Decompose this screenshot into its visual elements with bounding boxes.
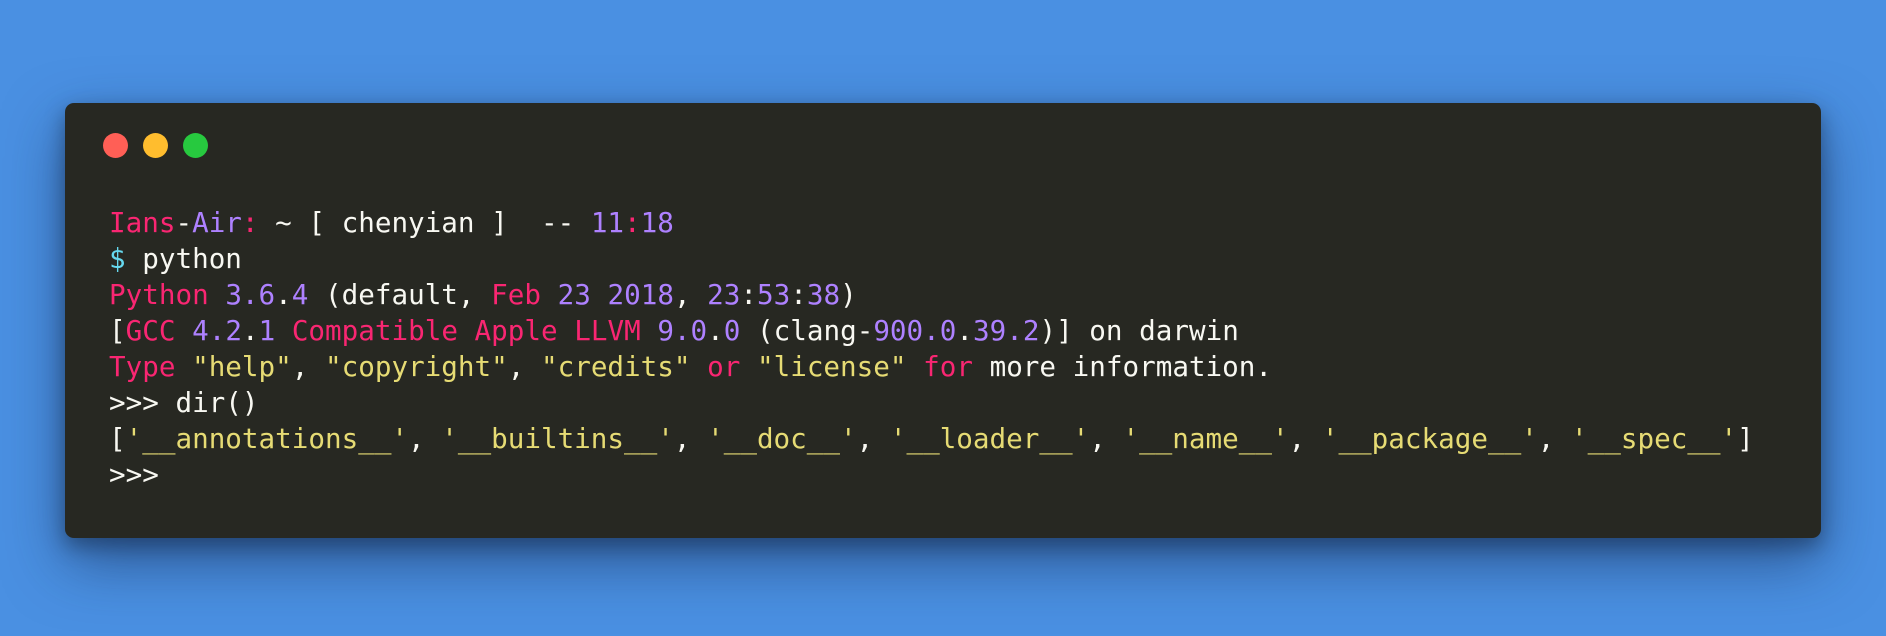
terminal-text-segment: >>> bbox=[109, 458, 159, 491]
terminal-text-segment: , bbox=[1288, 422, 1322, 455]
terminal-text-segment: Air bbox=[192, 206, 242, 239]
terminal-text-segment: , bbox=[507, 350, 541, 383]
terminal-text-segment: (clang- bbox=[740, 314, 874, 347]
terminal-text-segment: ~ [ chenyian ] -- bbox=[258, 206, 591, 239]
terminal-text-segment: [ bbox=[109, 314, 126, 347]
terminal-text-segment: - bbox=[175, 206, 193, 239]
terminal-text-segment: 1 bbox=[258, 314, 276, 347]
terminal-text-segment: 9.0 bbox=[657, 314, 708, 347]
terminal-text-segment: , bbox=[1537, 422, 1572, 455]
terminal-text-segment: 4.2 bbox=[192, 314, 242, 347]
terminal-text-segment: ) bbox=[840, 278, 857, 311]
terminal-text-segment: "copyright" bbox=[325, 350, 508, 383]
window-controls bbox=[103, 133, 208, 158]
terminal-text-segment: : bbox=[740, 278, 758, 311]
maximize-button[interactable] bbox=[183, 133, 208, 158]
terminal-text-segment: Compatible Apple LLVM bbox=[291, 314, 641, 347]
terminal-text-segment: 18 bbox=[640, 206, 674, 239]
terminal-text-segment: , bbox=[673, 278, 708, 311]
terminal-text-segment: "credits" bbox=[540, 350, 691, 383]
terminal-text-segment: '__builtins__' bbox=[441, 422, 674, 455]
terminal-text-segment: '__package__' bbox=[1321, 422, 1538, 455]
terminal-line: Python 3.6.4 (default, Feb 23 2018, 23:5… bbox=[109, 277, 1801, 313]
terminal-text-segment: "license" bbox=[756, 350, 907, 383]
terminal-text-segment: '__annotations__' bbox=[125, 422, 409, 455]
terminal-text-segment: '__spec__' bbox=[1571, 422, 1738, 455]
terminal-text-segment: : bbox=[624, 206, 641, 239]
terminal-text-segment: 53 bbox=[757, 278, 791, 311]
terminal-text-segment: : bbox=[241, 206, 259, 239]
terminal-text-segment: 4 bbox=[291, 278, 309, 311]
terminal-text-segment: for bbox=[923, 350, 973, 383]
terminal-text-segment: , bbox=[856, 422, 890, 455]
terminal-text-segment: 38 bbox=[806, 278, 841, 311]
terminal-text-segment: '__doc__' bbox=[707, 422, 857, 455]
terminal-text-segment: 11 bbox=[590, 206, 625, 239]
terminal-text-segment: [ bbox=[109, 422, 126, 455]
terminal-text-segment: more information. bbox=[972, 350, 1272, 383]
terminal-text-segment: . bbox=[707, 314, 724, 347]
terminal-text-segment: , bbox=[291, 350, 325, 383]
terminal-text-segment: ] bbox=[1737, 422, 1754, 455]
terminal-line: [GCC 4.2.1 Compatible Apple LLVM 9.0.0 (… bbox=[109, 313, 1801, 349]
terminal-text-segment: 23 bbox=[557, 278, 591, 311]
terminal-text-segment: : bbox=[790, 278, 807, 311]
terminal-text-segment: . bbox=[275, 278, 292, 311]
terminal-text-segment: , bbox=[673, 422, 708, 455]
terminal-text-segment: '__loader__' bbox=[889, 422, 1090, 455]
terminal-text-segment: (default, bbox=[308, 278, 492, 311]
terminal-text-segment: >>> dir() bbox=[109, 386, 259, 419]
terminal-line: ['__annotations__', '__builtins__', '__d… bbox=[109, 421, 1801, 457]
terminal-line: >>> bbox=[109, 457, 1801, 493]
terminal-line: >>> dir() bbox=[109, 385, 1801, 421]
terminal-text-segment: 2018 bbox=[607, 278, 674, 311]
terminal-text-segment: Type bbox=[109, 350, 176, 383]
terminal-text-segment: "help" bbox=[192, 350, 292, 383]
terminal-text-segment: . bbox=[956, 314, 974, 347]
terminal-text-segment: 39.2 bbox=[973, 314, 1040, 347]
terminal-text-segment: python bbox=[125, 242, 242, 275]
terminal-text-segment: Ians bbox=[109, 206, 176, 239]
terminal-window: Ians-Air: ~ [ chenyian ] -- 11:18 $ pytho… bbox=[65, 103, 1821, 538]
terminal-line: Type "help", "copyright", "credits" or "… bbox=[109, 349, 1801, 385]
terminal-text-segment: )] on darwin bbox=[1039, 314, 1239, 347]
terminal-text-segment: Python bbox=[109, 278, 209, 311]
terminal-line: $ python bbox=[109, 241, 1801, 277]
terminal-text-segment: , bbox=[408, 422, 442, 455]
terminal-text-segment: 900.0 bbox=[873, 314, 957, 347]
terminal-text-segment: . bbox=[241, 314, 259, 347]
terminal-text-segment: GCC bbox=[125, 314, 176, 347]
terminal-output[interactable]: Ians-Air: ~ [ chenyian ] -- 11:18 $ pytho… bbox=[109, 205, 1801, 493]
terminal-text-segment: 23 bbox=[707, 278, 741, 311]
terminal-text-segment: Feb bbox=[491, 278, 541, 311]
terminal-text-segment: $ bbox=[109, 242, 126, 275]
terminal-text-segment: 0 bbox=[723, 314, 741, 347]
terminal-line: Ians-Air: ~ [ chenyian ] -- 11:18 bbox=[109, 205, 1801, 241]
terminal-text-segment: or bbox=[707, 350, 741, 383]
terminal-text-segment: 3.6 bbox=[225, 278, 276, 311]
close-button[interactable] bbox=[103, 133, 128, 158]
minimize-button[interactable] bbox=[143, 133, 168, 158]
terminal-text-segment: , bbox=[1089, 422, 1123, 455]
terminal-text-segment: '__name__' bbox=[1122, 422, 1289, 455]
